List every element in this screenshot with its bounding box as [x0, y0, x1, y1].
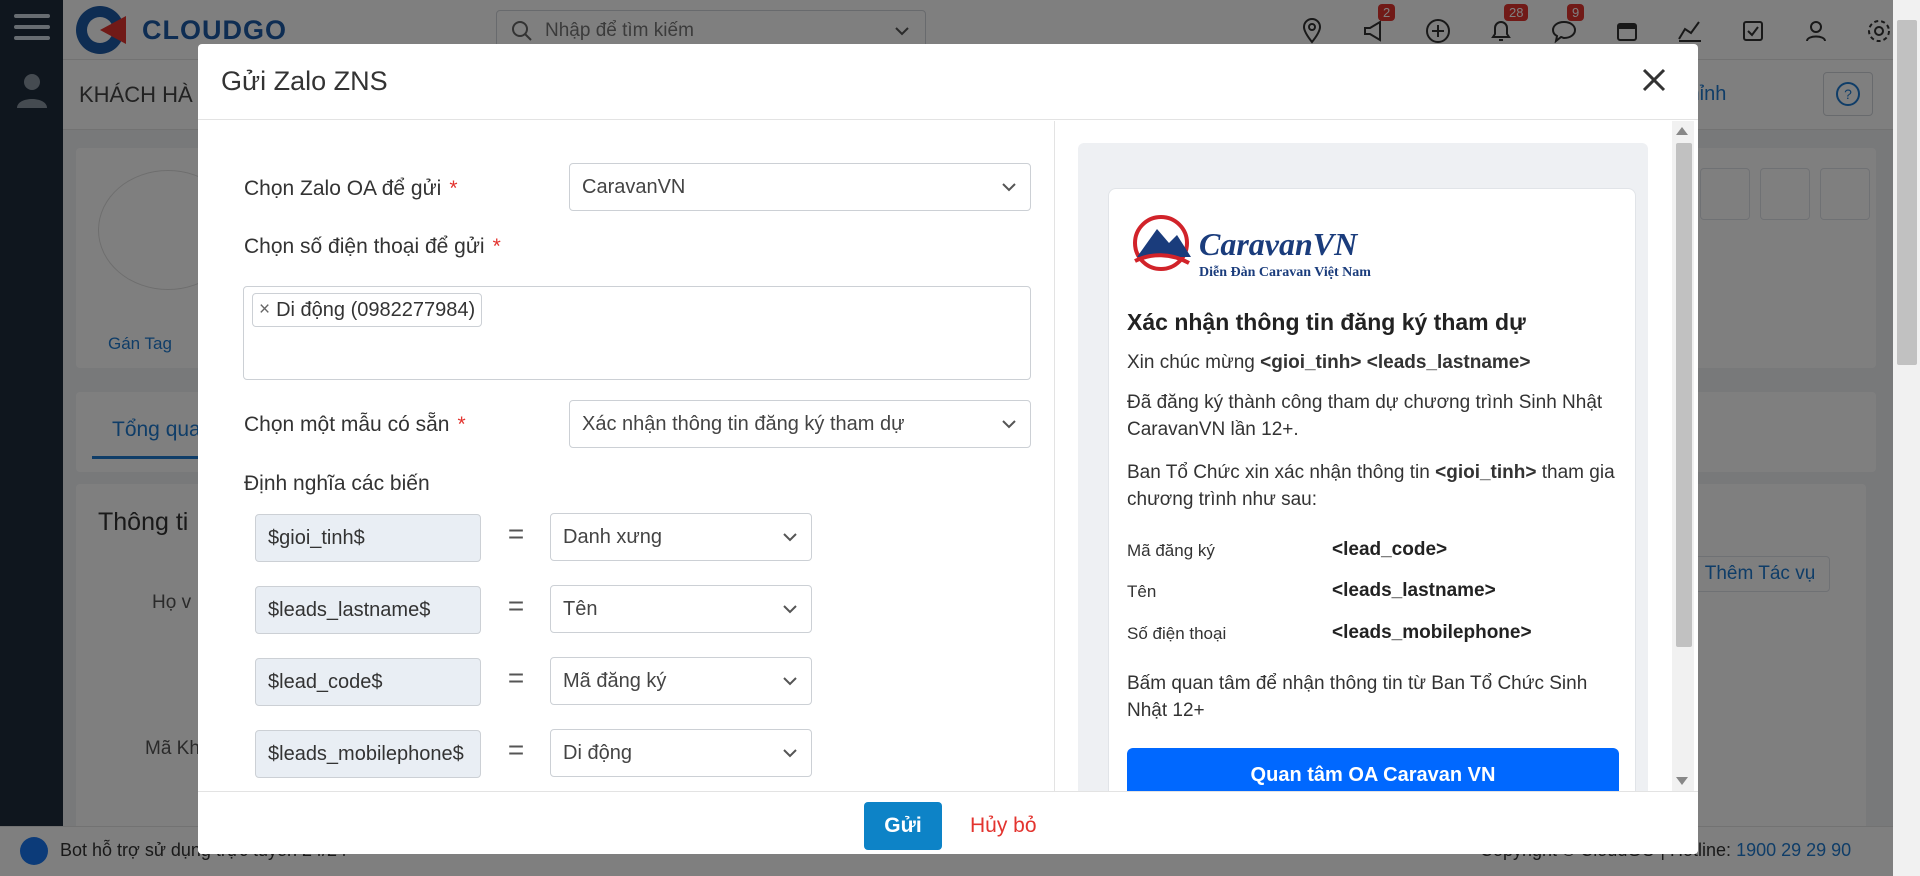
oa-select[interactable]: CaravanVN	[569, 163, 1031, 211]
brand-text: CaravanVN	[1199, 226, 1359, 262]
variable-name: $leads_mobilephone$	[255, 730, 481, 778]
chevron-down-icon	[783, 677, 797, 686]
modal-body: Chọn Zalo OA để gửi * CaravanVN Chọn số đ…	[198, 121, 1698, 791]
modal-footer: Gửi Hủy bỏ	[198, 791, 1698, 854]
variable-value-select[interactable]: Di động	[550, 729, 812, 777]
variable-value-select[interactable]: Mã đăng ký	[550, 657, 812, 705]
zns-form: Chọn Zalo OA để gửi * CaravanVN Chọn số đ…	[198, 121, 1055, 791]
chevron-down-icon	[1002, 420, 1016, 429]
phone-tag: × Di động (0982277984)	[252, 293, 483, 327]
preview-para2: Ban Tổ Chức xin xác nhận thông tin <gioi…	[1127, 462, 1615, 510]
oa-select-value: CaravanVN	[582, 175, 686, 198]
scroll-up-icon[interactable]	[1676, 127, 1688, 135]
variable-value-select[interactable]: Tên	[550, 585, 812, 633]
modal-title: Gửi Zalo ZNS	[221, 66, 388, 96]
equals-sign: =	[507, 518, 525, 549]
scroll-down-icon[interactable]	[1676, 777, 1688, 785]
preview-title: Xác nhận thông tin đăng ký tham dự	[1127, 309, 1526, 335]
phone-tag-label: Di động (0982277984)	[276, 298, 476, 321]
phone-multiselect[interactable]: × Di động (0982277984)	[243, 286, 1031, 380]
chevron-down-icon	[783, 533, 797, 542]
page-scrollbar-thumb[interactable]	[1897, 20, 1917, 365]
follow-oa-button[interactable]: Quan tâm OA Caravan VN	[1127, 748, 1619, 791]
cancel-button[interactable]: Hủy bỏ	[962, 802, 1045, 850]
chevron-down-icon	[783, 605, 797, 614]
send-button[interactable]: Gửi	[864, 802, 942, 850]
equals-sign: =	[507, 662, 525, 693]
template-select[interactable]: Xác nhận thông tin đăng ký tham dự	[569, 400, 1031, 448]
variable-value: Di động	[563, 741, 632, 764]
chevron-down-icon	[783, 749, 797, 758]
close-icon[interactable]	[1634, 60, 1674, 100]
oa-label: Chọn Zalo OA để gửi *	[244, 177, 458, 200]
variable-value-select[interactable]: Danh xưng	[550, 513, 812, 561]
template-label: Chọn một mẫu có sẵn *	[244, 413, 466, 436]
equals-sign: =	[507, 734, 525, 765]
preview-scrollbar-thumb[interactable]	[1676, 143, 1692, 647]
preview-para3: Bấm quan tâm để nhận thông tin từ Ban Tổ…	[1127, 673, 1588, 721]
chevron-down-icon	[1002, 183, 1016, 192]
preview-para1: Đã đăng ký thành công tham dự chương trì…	[1127, 392, 1603, 440]
variable-name: $lead_code$	[255, 658, 481, 706]
variables-label: Định nghĩa các biến	[244, 472, 430, 495]
brand-subtitle: Diễn Đàn Caravan Việt Nam	[1199, 264, 1371, 280]
variable-value: Tên	[563, 597, 598, 620]
zns-preview: CaravanVN Diễn Đàn Caravan Việt Nam Xác …	[1056, 121, 1698, 791]
zalo-zns-modal: Gửi Zalo ZNS Chọn Zalo OA để gửi * Carava…	[198, 44, 1698, 854]
modal-header: Gửi Zalo ZNS	[198, 44, 1698, 120]
variable-name: $leads_lastname$	[255, 586, 481, 634]
template-select-value: Xác nhận thông tin đăng ký tham dự	[582, 412, 905, 435]
equals-sign: =	[507, 590, 525, 621]
preview-greeting: Xin chúc mừng <gioi_tinh> <leads_lastnam…	[1127, 352, 1531, 373]
variable-name: $gioi_tinh$	[255, 514, 481, 562]
phone-label: Chọn số điện thoại để gửi *	[244, 235, 501, 258]
preview-message-card: CaravanVN Diễn Đàn Caravan Việt Nam Xác …	[1108, 188, 1636, 791]
variable-value: Mã đăng ký	[563, 669, 667, 692]
variable-value: Danh xưng	[563, 525, 663, 548]
remove-tag-icon[interactable]: ×	[259, 299, 270, 321]
caravanvn-logo: CaravanVN Diễn Đàn Caravan Việt Nam	[1133, 215, 1371, 280]
